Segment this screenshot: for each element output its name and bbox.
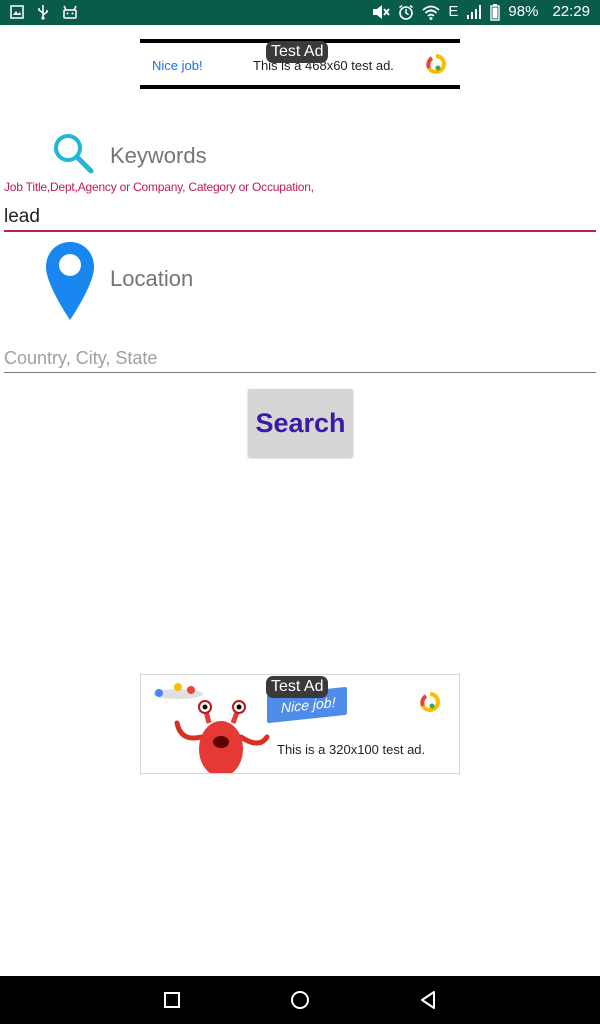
battery-percent: 98% — [508, 3, 539, 20]
location-title: Location — [110, 266, 194, 291]
location-input[interactable] — [4, 344, 596, 373]
network-type: E — [448, 3, 459, 20]
ad-text: This is a 320x100 test ad. — [277, 742, 426, 757]
navigation-bar — [0, 976, 600, 1024]
clock: 22:29 — [552, 3, 590, 20]
image-icon — [10, 5, 24, 19]
signal-icon — [467, 5, 482, 19]
usb-icon — [38, 5, 48, 20]
ad-nice-job: Nice job! — [152, 58, 203, 73]
alarm-icon — [399, 4, 414, 20]
battery-icon — [490, 3, 501, 21]
search-button[interactable]: Search — [248, 389, 353, 457]
location-pin-icon — [46, 242, 94, 320]
adchoices-logo-icon[interactable] — [420, 692, 440, 712]
keywords-hint: Job Title,Dept,Agency or Company, Catego… — [4, 180, 314, 194]
search-icon — [54, 134, 94, 174]
keywords-title: Keywords — [110, 143, 207, 168]
home-icon[interactable] — [288, 988, 312, 1012]
recents-icon[interactable] — [160, 988, 184, 1012]
back-icon[interactable] — [416, 988, 440, 1012]
mascot-monster-icon — [174, 700, 270, 773]
adchoices-logo-icon[interactable] — [426, 54, 446, 74]
mute-icon — [373, 5, 391, 19]
keywords-input[interactable] — [4, 204, 596, 232]
wifi-icon — [422, 5, 440, 20]
test-ad-label: Test Ad — [266, 41, 329, 63]
test-ad-label: Test Ad — [266, 676, 329, 698]
android-icon — [63, 5, 77, 19]
status-bar: E 98% 22:29 — [0, 0, 600, 25]
